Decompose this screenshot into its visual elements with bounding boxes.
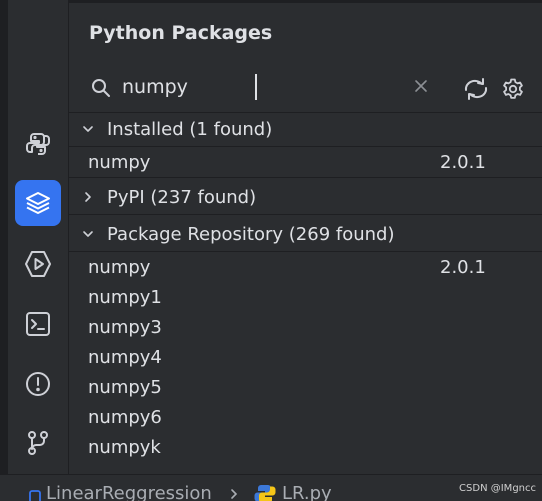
divider <box>69 177 542 178</box>
chevron-down-icon <box>69 122 107 136</box>
group-pypi-label: PyPI (237 found) <box>107 186 257 208</box>
package-row[interactable]: numpyk <box>69 432 542 462</box>
chevron-right-icon <box>231 489 238 499</box>
refresh-icon[interactable] <box>463 78 489 100</box>
clear-search-icon[interactable] <box>413 78 429 94</box>
terminal-icon <box>26 312 50 336</box>
git-icon <box>28 431 48 455</box>
search-icon <box>92 79 110 97</box>
group-package-repository[interactable]: Package Repository (269 found) <box>69 218 542 250</box>
package-row[interactable]: numpy 2.0.1 <box>69 252 542 282</box>
terminal-button[interactable] <box>15 301 61 347</box>
python-console-icon <box>26 133 50 155</box>
python-packages-button[interactable] <box>15 180 61 226</box>
services-button[interactable] <box>15 241 61 287</box>
package-row[interactable]: numpy1 <box>69 282 542 312</box>
package-row[interactable]: numpy5 <box>69 372 542 402</box>
git-button[interactable] <box>15 420 61 466</box>
navigation-bar: LinearReggression LR.py CSDN @IMgncc <box>0 474 542 501</box>
python-packages-icon <box>26 192 50 214</box>
package-name: numpy3 <box>88 316 162 338</box>
package-name: numpy5 <box>88 376 162 398</box>
window-edge <box>0 0 8 474</box>
project-module-icon <box>29 490 41 501</box>
group-installed-label: Installed (1 found) <box>107 118 273 140</box>
package-name: numpy4 <box>88 346 162 368</box>
package-name: numpy1 <box>88 286 162 308</box>
package-row[interactable]: numpy4 <box>69 342 542 372</box>
python-packages-panel: Python Packages Installed (1 found) nump… <box>69 0 542 474</box>
problems-button[interactable] <box>15 361 61 407</box>
group-pypi[interactable]: PyPI (237 found) <box>69 181 542 213</box>
package-name: numpy <box>88 151 151 173</box>
breadcrumb-file[interactable]: LR.py <box>282 483 332 501</box>
package-name: numpy <box>88 256 151 278</box>
chevron-right-icon <box>69 190 107 204</box>
package-version: 2.0.1 <box>440 256 486 278</box>
chevron-down-icon <box>69 227 107 241</box>
breadcrumb-project[interactable]: LinearReggression <box>46 483 212 501</box>
search-input[interactable] <box>122 72 402 102</box>
package-name: numpy6 <box>88 406 162 428</box>
package-row[interactable]: numpy3 <box>69 312 542 342</box>
group-installed[interactable]: Installed (1 found) <box>69 113 542 145</box>
package-version: 2.0.1 <box>440 151 486 173</box>
tool-window-toolbar <box>8 0 69 474</box>
package-row[interactable]: numpy 2.0.1 <box>69 147 542 177</box>
python-console-button[interactable] <box>15 121 61 167</box>
panel-top-border <box>69 0 542 3</box>
panel-title: Python Packages <box>89 22 273 44</box>
group-package-repository-label: Package Repository (269 found) <box>107 223 395 245</box>
text-caret <box>255 74 257 100</box>
package-name: numpyk <box>88 436 161 458</box>
services-icon <box>25 251 51 277</box>
watermark: CSDN @IMgncc <box>459 483 536 494</box>
problems-icon <box>26 372 50 396</box>
divider <box>69 214 542 215</box>
python-file-icon <box>254 485 276 501</box>
package-row[interactable]: numpy6 <box>69 402 542 432</box>
gear-icon[interactable] <box>502 78 524 100</box>
